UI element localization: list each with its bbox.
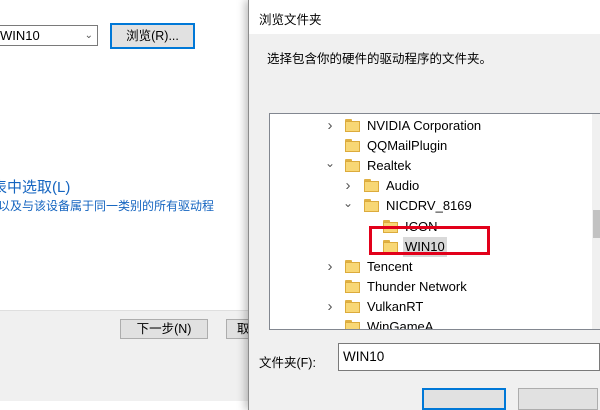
tree-item-label: NVIDIA Corporation — [367, 118, 482, 133]
folder-icon — [345, 259, 360, 273]
tree-item[interactable]: ⌄ NICDRV_8169 — [270, 196, 590, 216]
tree-item-label: NICDRV_8169 — [386, 198, 472, 214]
tree-item[interactable]: WinGameA... — [270, 317, 590, 330]
pick-from-list-link[interactable]: 表中选取(L) — [0, 176, 70, 197]
folder-name-input[interactable]: WIN10 — [338, 343, 600, 371]
chevron-down-icon[interactable]: ⌄ — [85, 26, 93, 45]
dialog-titlebar[interactable]: 浏览文件夹 — [249, 0, 600, 34]
chevron-right-icon[interactable]: › — [324, 257, 336, 277]
chevron-right-icon[interactable]: › — [324, 116, 336, 136]
folder-icon — [345, 279, 360, 293]
ok-button[interactable] — [422, 388, 506, 410]
dialog-instruction: 选择包含你的硬件的驱动程序的文件夹。 — [267, 52, 493, 66]
chevron-down-icon[interactable]: ⌄ — [324, 156, 336, 170]
highlight-annotation-box — [369, 226, 490, 255]
next-button[interactable]: 下一步(N) — [120, 319, 208, 339]
tree-item-label: QQMailPlugin — [367, 138, 448, 154]
folder-icon — [364, 199, 379, 213]
folder-icon — [345, 299, 360, 313]
chevron-right-icon[interactable]: › — [342, 176, 354, 196]
dialog-title: 浏览文件夹 — [259, 13, 322, 27]
folder-field-label: 文件夹(F): — [259, 356, 316, 370]
tree-item[interactable]: ⌄ Realtek — [270, 156, 590, 176]
folder-icon — [345, 119, 360, 132]
browse-button[interactable]: 浏览(R)... — [110, 23, 195, 49]
dialog-cancel-button[interactable] — [518, 388, 598, 410]
tree-item[interactable]: › NVIDIA Corporation — [270, 116, 590, 136]
chevron-right-icon[interactable]: › — [324, 297, 336, 317]
tree-item-label: Audio — [386, 178, 420, 194]
folder-icon — [345, 159, 360, 173]
chevron-down-icon[interactable]: ⌄ — [342, 196, 354, 210]
scrollbar-thumb[interactable] — [593, 210, 600, 238]
tree-item-label: Tencent — [367, 258, 413, 274]
tree-item-label: Realtek — [367, 158, 412, 174]
folder-icon — [345, 139, 360, 153]
tree-scrollbar[interactable] — [592, 114, 600, 329]
tree-item-label: WinGameA... — [367, 319, 445, 330]
tree-item-label: VulkanRT — [367, 298, 424, 314]
tree-item[interactable]: QQMailPlugin — [270, 136, 590, 156]
pick-from-list-description: 以及与该设备属于同一类别的所有驱动程 — [0, 199, 215, 213]
tree-item[interactable]: › Tencent — [270, 257, 590, 277]
tree-item[interactable]: Thunder Network — [270, 277, 590, 297]
tree-item-label: Thunder Network — [367, 278, 467, 294]
folder-tree[interactable]: › NVIDIA Corporation QQMailPlugin ⌄ Realtek ›… — [269, 113, 600, 330]
tree-item[interactable]: › VulkanRT — [270, 297, 590, 317]
driver-path-value: WIN10 — [0, 28, 40, 43]
tree-item[interactable]: › Audio — [270, 176, 590, 196]
folder-icon — [345, 320, 360, 329]
driver-path-combobox[interactable]: WIN10 ⌄ — [0, 25, 98, 46]
folder-icon — [364, 179, 379, 193]
